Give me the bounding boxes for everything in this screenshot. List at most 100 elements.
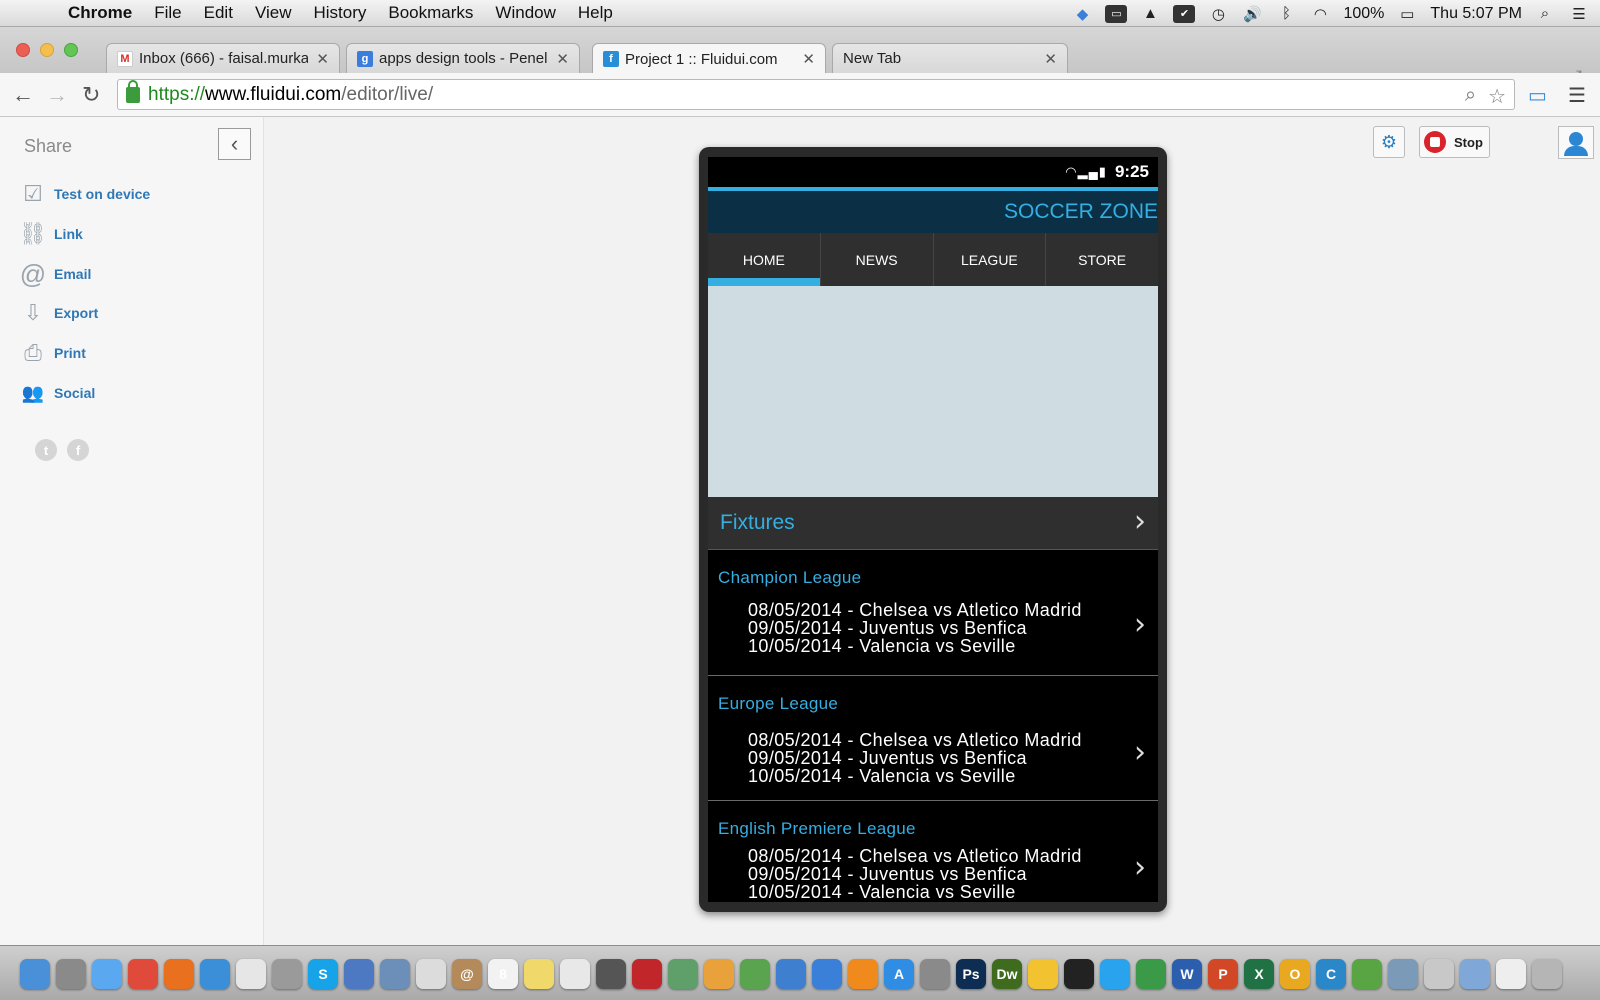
itunes-icon[interactable] [812, 959, 842, 989]
google-drive-icon[interactable] [1136, 959, 1166, 989]
reminders-icon[interactable] [560, 959, 590, 989]
spotlight-search-icon[interactable]: ⌕ [1534, 5, 1556, 23]
menu-view[interactable]: View [255, 3, 292, 23]
appstore-icon[interactable]: A [884, 959, 914, 989]
settings-button[interactable]: ⚙ [1373, 126, 1405, 158]
dropbox-icon[interactable]: ◆ [1071, 5, 1093, 23]
checkmark-app-icon[interactable]: ✔ [1173, 4, 1196, 23]
tab-news[interactable]: NEWS [821, 233, 934, 286]
google-drive-icon[interactable]: ▲ [1139, 5, 1161, 23]
pages-icon[interactable] [704, 959, 734, 989]
twitter-icon[interactable]: t [35, 439, 57, 461]
share-print[interactable]: ⎙ Print [18, 338, 86, 368]
menu-history[interactable]: History [313, 3, 366, 23]
league-card-champion[interactable]: Champion League 08/05/2014 - Chelsea vs … [708, 550, 1158, 676]
bluetooth-icon[interactable]: ᛒ [1275, 5, 1297, 23]
stop-button[interactable]: Stop [1419, 126, 1490, 158]
search-icon[interactable]: ⌕ [1465, 84, 1476, 109]
menu-help[interactable]: Help [578, 3, 613, 23]
reload-icon[interactable]: ↻ [82, 82, 100, 108]
menu-bookmarks[interactable]: Bookmarks [388, 3, 473, 23]
powerpoint-icon[interactable]: P [1208, 959, 1238, 989]
messages-icon[interactable] [92, 959, 122, 989]
word-icon[interactable]: W [1172, 959, 1202, 989]
tab-home[interactable]: HOME [708, 233, 821, 286]
menu-app-name[interactable]: Chrome [68, 3, 132, 23]
minimize-window-button[interactable] [40, 43, 54, 57]
forward-arrow-icon[interactable]: → [46, 82, 68, 108]
settings-gear-icon[interactable] [920, 959, 950, 989]
share-email[interactable]: @ Email [18, 259, 92, 289]
volume-icon[interactable]: 🔊 [1241, 5, 1263, 23]
iphoto-icon[interactable] [668, 959, 698, 989]
dreamweaver-icon[interactable]: Dw [992, 959, 1022, 989]
tab-new-tab[interactable]: New Tab ✕ [832, 43, 1068, 73]
chrome-menu-icon[interactable]: ☰ [1568, 83, 1586, 108]
back-arrow-icon[interactable]: ← [12, 82, 34, 108]
league-card-europe[interactable]: Europe League 08/05/2014 - Chelsea vs At… [708, 676, 1158, 801]
trash-icon[interactable] [1532, 959, 1562, 989]
share-test-on-device[interactable]: ☑ Test on device [18, 179, 150, 209]
menu-file[interactable]: File [154, 3, 181, 23]
skype-icon[interactable]: S [308, 959, 338, 989]
file-icon[interactable] [1496, 959, 1526, 989]
preview-icon[interactable] [380, 959, 410, 989]
c-app-icon[interactable]: C [1316, 959, 1346, 989]
keynote-icon[interactable] [776, 959, 806, 989]
tab-store[interactable]: STORE [1046, 233, 1158, 286]
scissors-icon[interactable] [1424, 959, 1454, 989]
notes-icon[interactable] [524, 959, 554, 989]
twitter-icon[interactable] [1100, 959, 1130, 989]
time-machine-icon[interactable]: ◷ [1207, 5, 1229, 23]
network-icon[interactable] [1388, 959, 1418, 989]
close-tab-icon[interactable]: ✕ [1044, 50, 1057, 68]
zoom-window-button[interactable] [64, 43, 78, 57]
wifi-icon[interactable]: ◠ [1309, 5, 1331, 23]
photoshop-icon[interactable]: Ps [956, 959, 986, 989]
safari-icon[interactable] [200, 959, 230, 989]
tab-gmail[interactable]: M Inbox (666) - faisal.murka ✕ [106, 43, 340, 73]
finder-icon[interactable] [20, 959, 50, 989]
calendar-icon[interactable]: 8 [488, 959, 518, 989]
share-link[interactable]: ⛓ Link [18, 219, 83, 249]
fixtures-header[interactable]: Fixtures › [708, 497, 1158, 550]
contacts-icon[interactable]: @ [452, 959, 482, 989]
textedit-icon[interactable] [416, 959, 446, 989]
excel-icon[interactable]: X [1244, 959, 1274, 989]
tab-google-search[interactable]: g apps design tools - Penelu ✕ [346, 43, 580, 73]
notification-center-icon[interactable]: ☰ [1568, 5, 1590, 23]
user-account-button[interactable] [1558, 126, 1594, 159]
share-export[interactable]: ⇩ Export [18, 298, 99, 328]
messenger-icon[interactable] [1352, 959, 1382, 989]
ibooks-icon[interactable] [848, 959, 878, 989]
close-tab-icon[interactable]: ✕ [802, 50, 815, 68]
battery-icon[interactable]: ▭ [1396, 5, 1418, 23]
screen-icon[interactable]: ▭ [1105, 4, 1128, 23]
tab-league[interactable]: LEAGUE [934, 233, 1047, 286]
close-window-button[interactable] [16, 43, 30, 57]
close-tab-icon[interactable]: ✕ [316, 50, 329, 68]
xcode-icon[interactable] [344, 959, 374, 989]
extension-icon[interactable]: ▭ [1528, 83, 1547, 108]
numbers-icon[interactable] [740, 959, 770, 989]
photobooth-icon[interactable] [632, 959, 662, 989]
facetime-icon[interactable] [596, 959, 626, 989]
system-prefs-icon[interactable] [272, 959, 302, 989]
league-card-premier[interactable]: English Premiere League 08/05/2014 - Che… [708, 801, 1158, 902]
collapse-panel-button[interactable]: ‹ [218, 128, 251, 160]
menu-edit[interactable]: Edit [204, 3, 233, 23]
outlook-icon[interactable]: O [1280, 959, 1310, 989]
menu-clock[interactable]: Thu 5:07 PM [1430, 5, 1522, 23]
cyberduck-icon[interactable] [1028, 959, 1058, 989]
chrome-icon[interactable] [128, 959, 158, 989]
share-social[interactable]: 👥 Social [18, 378, 95, 408]
bookmark-star-icon[interactable]: ☆ [1488, 84, 1506, 109]
menu-window[interactable]: Window [495, 3, 555, 23]
facebook-icon[interactable]: f [67, 439, 89, 461]
close-tab-icon[interactable]: ✕ [556, 50, 569, 68]
document-icon[interactable] [1460, 959, 1490, 989]
address-bar[interactable]: https://www.fluidui.com/editor/live/ ⌕ ☆ [117, 79, 1515, 110]
firefox-icon[interactable] [164, 959, 194, 989]
grid-app-icon[interactable] [236, 959, 266, 989]
terminal-icon[interactable] [1064, 959, 1094, 989]
